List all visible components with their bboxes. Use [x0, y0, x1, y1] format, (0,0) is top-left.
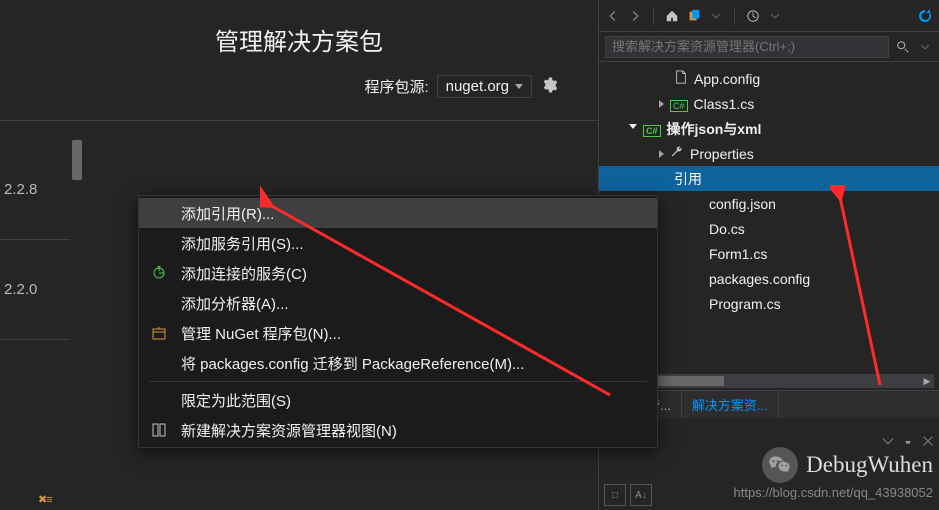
- tree-item-label: 操作json与xml: [667, 119, 762, 139]
- menu-item[interactable]: 添加服务引用(S)...: [139, 228, 657, 258]
- misc-icons: □ A↓: [604, 484, 652, 506]
- divider: [0, 120, 598, 121]
- csproj-icon: C#: [643, 121, 661, 137]
- expand-icon[interactable]: [659, 100, 664, 108]
- dropdown-icon[interactable]: [767, 8, 783, 24]
- menu-item[interactable]: 限定为此范围(S): [139, 385, 657, 415]
- tab-solution[interactable]: 解决方案资...: [682, 391, 779, 418]
- dropdown-icon[interactable]: [881, 434, 895, 448]
- expand-icon[interactable]: [659, 150, 664, 158]
- warning-icon: ✖≡: [38, 493, 52, 506]
- collapse-icon[interactable]: [629, 124, 637, 133]
- home-icon[interactable]: [664, 8, 680, 24]
- menu-item-label: 管理 NuGet 程序包(N)...: [181, 323, 341, 344]
- source-dropdown[interactable]: nuget.org: [437, 75, 532, 98]
- refresh-icon[interactable]: [917, 8, 933, 24]
- menu-item[interactable]: 将 packages.config 迁移到 PackageReference(M…: [139, 348, 657, 378]
- tree-item[interactable]: C# 操作json与xml: [599, 116, 939, 141]
- status-icons: ✖≡: [38, 493, 52, 506]
- menu-item[interactable]: 添加引用(R)...: [139, 198, 657, 228]
- close-icon[interactable]: [921, 434, 935, 448]
- cs-icon: C#: [670, 96, 688, 112]
- tree-item[interactable]: App.config: [599, 66, 939, 91]
- wechat-icon: [762, 447, 798, 483]
- forward-icon[interactable]: [627, 8, 643, 24]
- search-input[interactable]: [605, 36, 889, 58]
- source-label: 程序包源:: [364, 76, 428, 97]
- page-title: 管理解决方案包: [0, 22, 598, 57]
- tree-item-label: 引用: [674, 169, 702, 189]
- dropdown-icon[interactable]: [708, 8, 724, 24]
- context-menu: 添加引用(R)... 添加服务引用(S)... 添加连接的服务(C) 添加分析器(A)…: [138, 195, 658, 448]
- menu-item-icon: [149, 353, 169, 373]
- explorer-toolbar: [599, 0, 939, 32]
- pin-controls: [881, 434, 935, 448]
- search-icon[interactable]: [895, 39, 911, 55]
- menu-item-label: 添加分析器(A)...: [181, 293, 289, 314]
- gear-icon[interactable]: [540, 76, 558, 97]
- wrench-icon: [670, 145, 684, 162]
- menu-item-icon: [149, 420, 169, 440]
- file-icon: [674, 70, 688, 87]
- menu-item-icon: [149, 233, 169, 253]
- chevron-down-icon: [515, 84, 523, 89]
- tree-item-label: Form1.cs: [709, 246, 767, 262]
- menu-item-icon: [149, 390, 169, 410]
- menu-item[interactable]: 添加分析器(A)...: [139, 288, 657, 318]
- tree-item-label: Program.cs: [709, 296, 781, 312]
- history-icon[interactable]: [745, 8, 761, 24]
- menu-item[interactable]: 新建解决方案资源管理器视图(N): [139, 415, 657, 445]
- menu-item-label: 添加引用(R)...: [181, 203, 274, 224]
- tree-item[interactable]: Properties: [599, 141, 939, 166]
- source-value: nuget.org: [446, 78, 509, 95]
- menu-separator: [149, 381, 647, 382]
- watermark-name: DebugWuhen: [806, 452, 933, 478]
- menu-item-label: 限定为此范围(S): [181, 390, 291, 411]
- menu-item-icon: [149, 323, 169, 343]
- menu-item-icon: [149, 263, 169, 283]
- tree-item-label: Class1.cs: [694, 96, 755, 112]
- menu-item-label: 添加连接的服务(C): [181, 263, 307, 284]
- scroll-right-arrow[interactable]: ▶: [920, 374, 934, 388]
- menu-item-label: 新建解决方案资源管理器视图(N): [181, 420, 397, 441]
- misc-icon[interactable]: A↓: [630, 484, 652, 506]
- back-icon[interactable]: [605, 8, 621, 24]
- version-cell: 2.2.8: [0, 140, 70, 240]
- tree-item[interactable]: C# Class1.cs: [599, 91, 939, 116]
- menu-item-icon: [149, 203, 169, 223]
- tree-item-label: packages.config: [709, 271, 810, 287]
- sync-icon[interactable]: [686, 8, 702, 24]
- tree-item[interactable]: 引用: [599, 166, 939, 191]
- scrollbar[interactable]: [72, 140, 82, 180]
- tree-item-label: Do.cs: [709, 221, 745, 237]
- watermark: DebugWuhen https://blog.csdn.net/qq_4393…: [734, 447, 934, 500]
- tree-item-label: config.json: [709, 196, 776, 212]
- menu-item[interactable]: 添加连接的服务(C): [139, 258, 657, 288]
- version-cell: 2.2.0: [0, 240, 70, 340]
- menu-item[interactable]: 管理 NuGet 程序包(N)...: [139, 318, 657, 348]
- dropdown-icon[interactable]: [917, 39, 933, 55]
- menu-item-label: 将 packages.config 迁移到 PackageReference(M…: [181, 353, 524, 374]
- misc-icon[interactable]: □: [604, 484, 626, 506]
- pin-icon[interactable]: [901, 434, 915, 448]
- menu-item-icon: [149, 293, 169, 313]
- menu-item-label: 添加服务引用(S)...: [181, 233, 304, 254]
- tree-item-label: App.config: [694, 71, 760, 87]
- watermark-url: https://blog.csdn.net/qq_43938052: [734, 485, 934, 500]
- tree-item-label: Properties: [690, 146, 754, 162]
